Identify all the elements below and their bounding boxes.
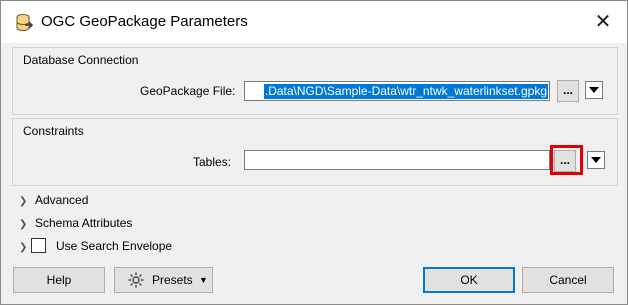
advanced-expander[interactable]: ❯ Advanced [19, 193, 88, 207]
schema-attributes-label: Schema Attributes [35, 216, 133, 230]
tables-dropdown-button[interactable] [587, 151, 605, 169]
title-bar: OGC GeoPackage Parameters ✕ [1, 1, 627, 43]
database-connection-title: Database Connection [23, 53, 139, 67]
window-title: OGC GeoPackage Parameters [41, 13, 248, 30]
chevron-right-icon: ❯ [19, 219, 28, 230]
advanced-label: Advanced [35, 193, 89, 207]
database-connection-group: Database Connection GeoPackage File: .Da… [12, 47, 618, 115]
caret-down-icon: ▼ [199, 275, 208, 285]
tables-input[interactable] [244, 150, 550, 170]
chevron-right-icon: ❯ [19, 196, 28, 207]
close-button[interactable]: ✕ [587, 7, 619, 37]
constraints-group: Constraints Tables: ... [12, 118, 618, 186]
geopackage-file-value: .Data\NGD\Sample-Data\wtr_ntwk_waterlink… [263, 84, 548, 99]
schema-attributes-expander[interactable]: ❯ Schema Attributes [19, 216, 132, 230]
highlight-box [550, 145, 583, 175]
use-search-envelope-checkbox[interactable] [31, 238, 46, 253]
geopackage-file-label: GeoPackage File: [140, 84, 236, 98]
geopackage-browse-button[interactable]: ... [557, 80, 579, 102]
presets-label: Presets [152, 273, 193, 287]
ok-button[interactable]: OK [423, 267, 515, 293]
dialog-window: OGC GeoPackage Parameters ✕ Database Con… [0, 0, 628, 305]
tables-label: Tables: [193, 155, 232, 169]
geopackage-dropdown-button[interactable] [585, 81, 603, 99]
presets-button[interactable]: Presets ▼ [114, 267, 213, 293]
use-search-envelope-label: Use Search Envelope [56, 239, 173, 253]
database-icon [16, 14, 33, 31]
help-button[interactable]: Help [13, 267, 105, 293]
constraints-title: Constraints [23, 124, 84, 138]
geopackage-file-input[interactable]: .Data\NGD\Sample-Data\wtr_ntwk_waterlink… [244, 81, 550, 101]
gear-icon [128, 272, 144, 288]
cancel-button[interactable]: Cancel [522, 267, 614, 293]
